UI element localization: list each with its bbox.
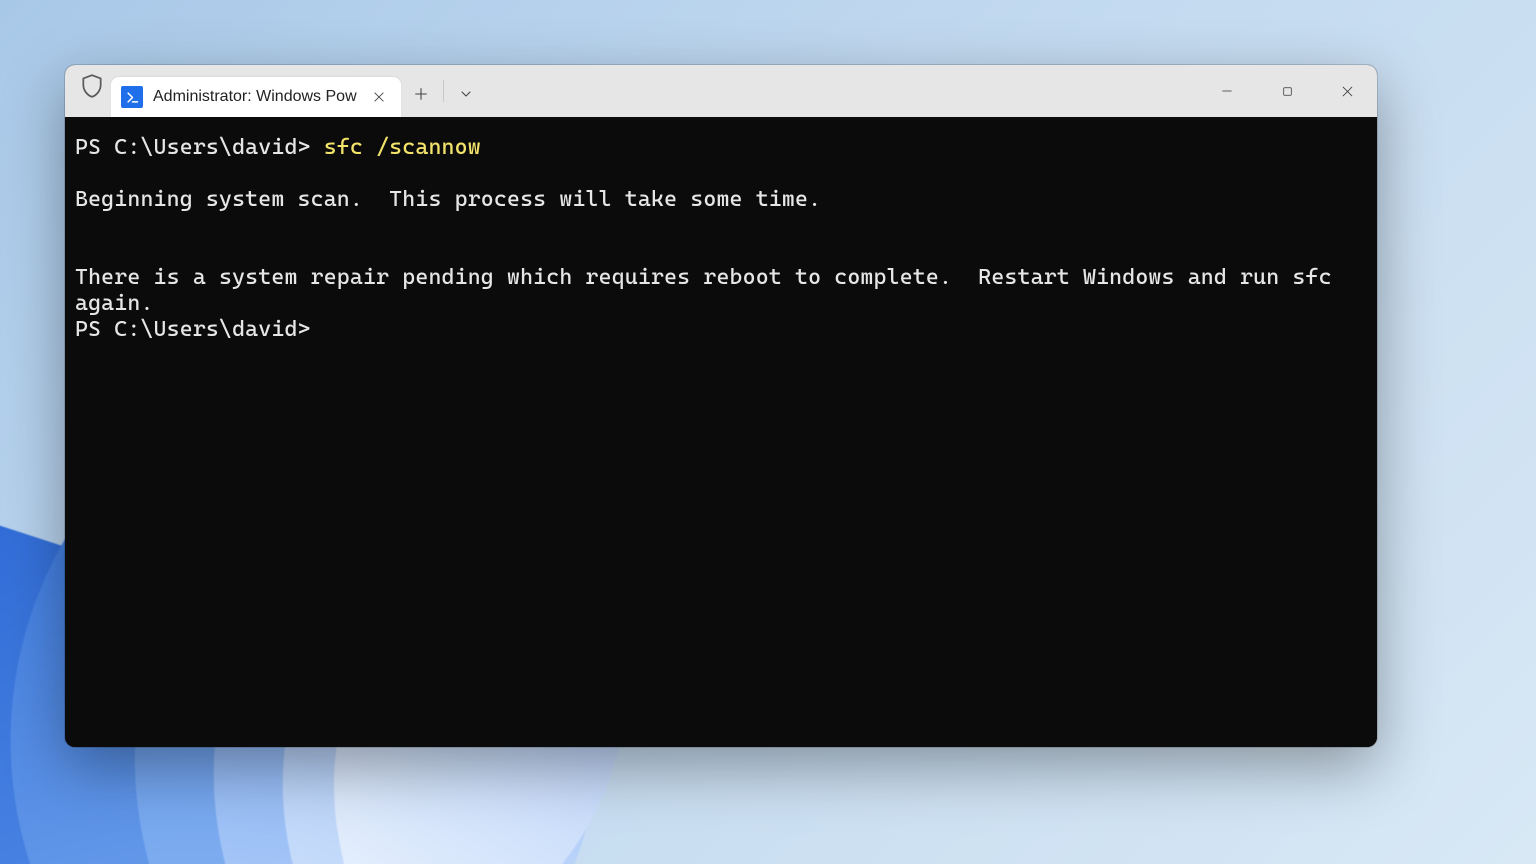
minimize-button[interactable] — [1197, 65, 1257, 117]
prompt-prefix: PS C:\Users\david> — [75, 135, 324, 160]
windows-terminal-window: Administrator: Windows Pow — [65, 65, 1377, 747]
shield-icon — [79, 73, 105, 99]
new-tab-button[interactable] — [401, 74, 441, 114]
maximize-button[interactable] — [1257, 65, 1317, 117]
entered-command: sfc /scannow — [324, 135, 481, 160]
desktop-wallpaper: Administrator: Windows Pow — [0, 0, 1536, 864]
tab-close-button[interactable] — [367, 85, 391, 109]
close-button[interactable] — [1317, 65, 1377, 117]
terminal-pane[interactable]: PS C:\Users\david> sfc /scannow Beginnin… — [65, 117, 1377, 747]
titlebar-divider — [443, 80, 444, 102]
tab-dropdown-button[interactable] — [446, 74, 486, 114]
tab-title: Administrator: Windows Pow — [153, 88, 357, 106]
prompt-line-2: PS C:\Users\david> — [75, 317, 311, 342]
tab-powershell[interactable]: Administrator: Windows Pow — [111, 77, 401, 117]
prompt-line-1: PS C:\Users\david> sfc /scannow — [75, 135, 481, 160]
output-repair-pending: There is a system repair pending which r… — [75, 265, 1345, 316]
window-controls — [1197, 65, 1377, 117]
output-begin-scan: Beginning system scan. This process will… — [75, 187, 821, 212]
powershell-icon — [121, 86, 143, 108]
titlebar[interactable]: Administrator: Windows Pow — [65, 65, 1377, 117]
